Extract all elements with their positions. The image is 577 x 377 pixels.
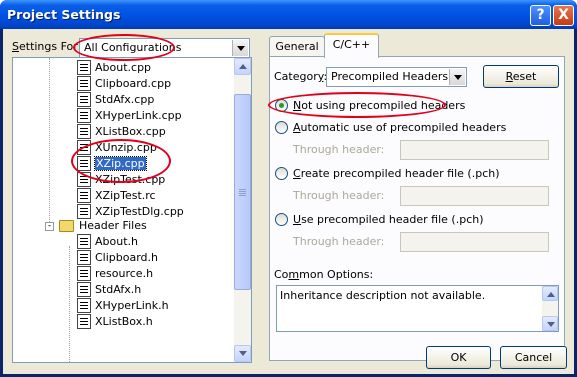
through-header-field-use (400, 232, 549, 252)
collapse-icon[interactable]: - (45, 222, 54, 231)
tree-line (49, 58, 50, 226)
tree-line (69, 246, 70, 362)
tree-file-label: XHyperLink.cpp (95, 109, 182, 122)
scroll-up-arrow-icon[interactable] (542, 286, 558, 301)
reset-button[interactable]: Reset (483, 65, 559, 88)
tree-file-label: About.cpp (95, 61, 152, 74)
tab-general[interactable]: General (269, 36, 325, 57)
header-file-icon (77, 298, 91, 313)
tree-header-label: About.h (95, 235, 138, 248)
cpp-file-icon (77, 76, 91, 91)
tree-file-label: XZipTestDlg.cpp (95, 205, 184, 218)
tree-file-label: XListBox.cpp (95, 125, 166, 138)
ok-button[interactable]: OK (426, 346, 491, 369)
tree-header-label: resource.h (95, 267, 154, 280)
common-options-textarea[interactable]: Inheritance description not available. (276, 285, 559, 332)
cpp-file-icon (77, 60, 91, 75)
help-button[interactable]: ? (530, 5, 551, 26)
common-options-label: Common Options: (274, 268, 374, 281)
close-button[interactable]: X (553, 5, 574, 26)
tab-cpp[interactable]: C/C++ (324, 33, 379, 58)
cpp-file-icon (77, 188, 91, 203)
folder-icon (59, 220, 74, 232)
chevron-down-icon[interactable] (449, 69, 465, 85)
scroll-up-arrow-icon[interactable] (234, 58, 251, 75)
project-settings-window: Project Settings ? X Settings For: All C… (0, 0, 577, 377)
chevron-down-icon[interactable] (232, 40, 248, 56)
through-header-label: Through header: (293, 235, 385, 248)
through-header-label: Through header: (293, 189, 385, 202)
cpp-file-icon (77, 108, 91, 123)
radio-automatic-pch-label[interactable]: Automatic use of precompiled headers (293, 121, 506, 134)
radio-create-pch[interactable] (275, 167, 288, 180)
tree-folder-label: Header Files (79, 219, 147, 232)
settings-for-label: Settings For: (12, 40, 82, 53)
category-dropdown[interactable]: Precompiled Headers (326, 67, 467, 87)
tree-header-label: StdAfx.h (95, 283, 142, 296)
header-file-icon (77, 250, 91, 265)
tree-header-label: XListBox.h (95, 315, 153, 328)
textarea-scrollbar[interactable] (542, 286, 558, 331)
category-label: Category: (274, 70, 327, 83)
cpp-file-icon (77, 204, 91, 219)
radio-create-pch-label[interactable]: Create precompiled header file (.pch) (293, 167, 500, 180)
annotation-circle-xunzip-xzip (71, 139, 171, 183)
annotation-circle-settings-for (73, 34, 175, 61)
through-header-field-automatic (400, 140, 549, 160)
common-options-text: Inheritance description not available. (280, 289, 486, 302)
scroll-thumb[interactable] (234, 94, 251, 290)
through-header-label: Through header: (293, 143, 385, 156)
tree-header-label: Clipboard.h (95, 251, 159, 264)
header-file-icon (77, 282, 91, 297)
scroll-down-arrow-icon[interactable] (234, 345, 251, 362)
tree-scrollbar[interactable] (234, 58, 251, 362)
project-file-tree[interactable]: About.cpp Clipboard.cpp StdAfx.cpp XHyperLi… (12, 57, 252, 363)
tree-file-label: Clipboard.cpp (95, 77, 172, 90)
title-bar[interactable]: Project Settings ? X (0, 0, 577, 29)
header-file-icon (77, 266, 91, 281)
cpp-file-icon (77, 92, 91, 107)
header-file-icon (77, 314, 91, 329)
window-title: Project Settings (7, 7, 121, 22)
radio-automatic-pch[interactable] (275, 121, 288, 134)
radio-use-pch-label[interactable]: Use precompiled header file (.pch) (293, 213, 484, 226)
header-file-icon (77, 234, 91, 249)
scroll-down-arrow-icon[interactable] (542, 316, 558, 331)
radio-use-pch[interactable] (275, 213, 288, 226)
cpp-file-icon (77, 124, 91, 139)
through-header-field-create (400, 186, 549, 206)
tree-file-label: XZipTest.rc (95, 189, 156, 202)
annotation-circle-not-using-pch (268, 92, 446, 118)
category-value: Precompiled Headers (331, 70, 449, 83)
cancel-button[interactable]: Cancel (500, 346, 567, 369)
dialog-client-area: Settings For: All Configurations About.c… (3, 29, 574, 374)
tree-file-label: StdAfx.cpp (95, 93, 155, 106)
tree-header-label: XHyperLink.h (95, 299, 169, 312)
